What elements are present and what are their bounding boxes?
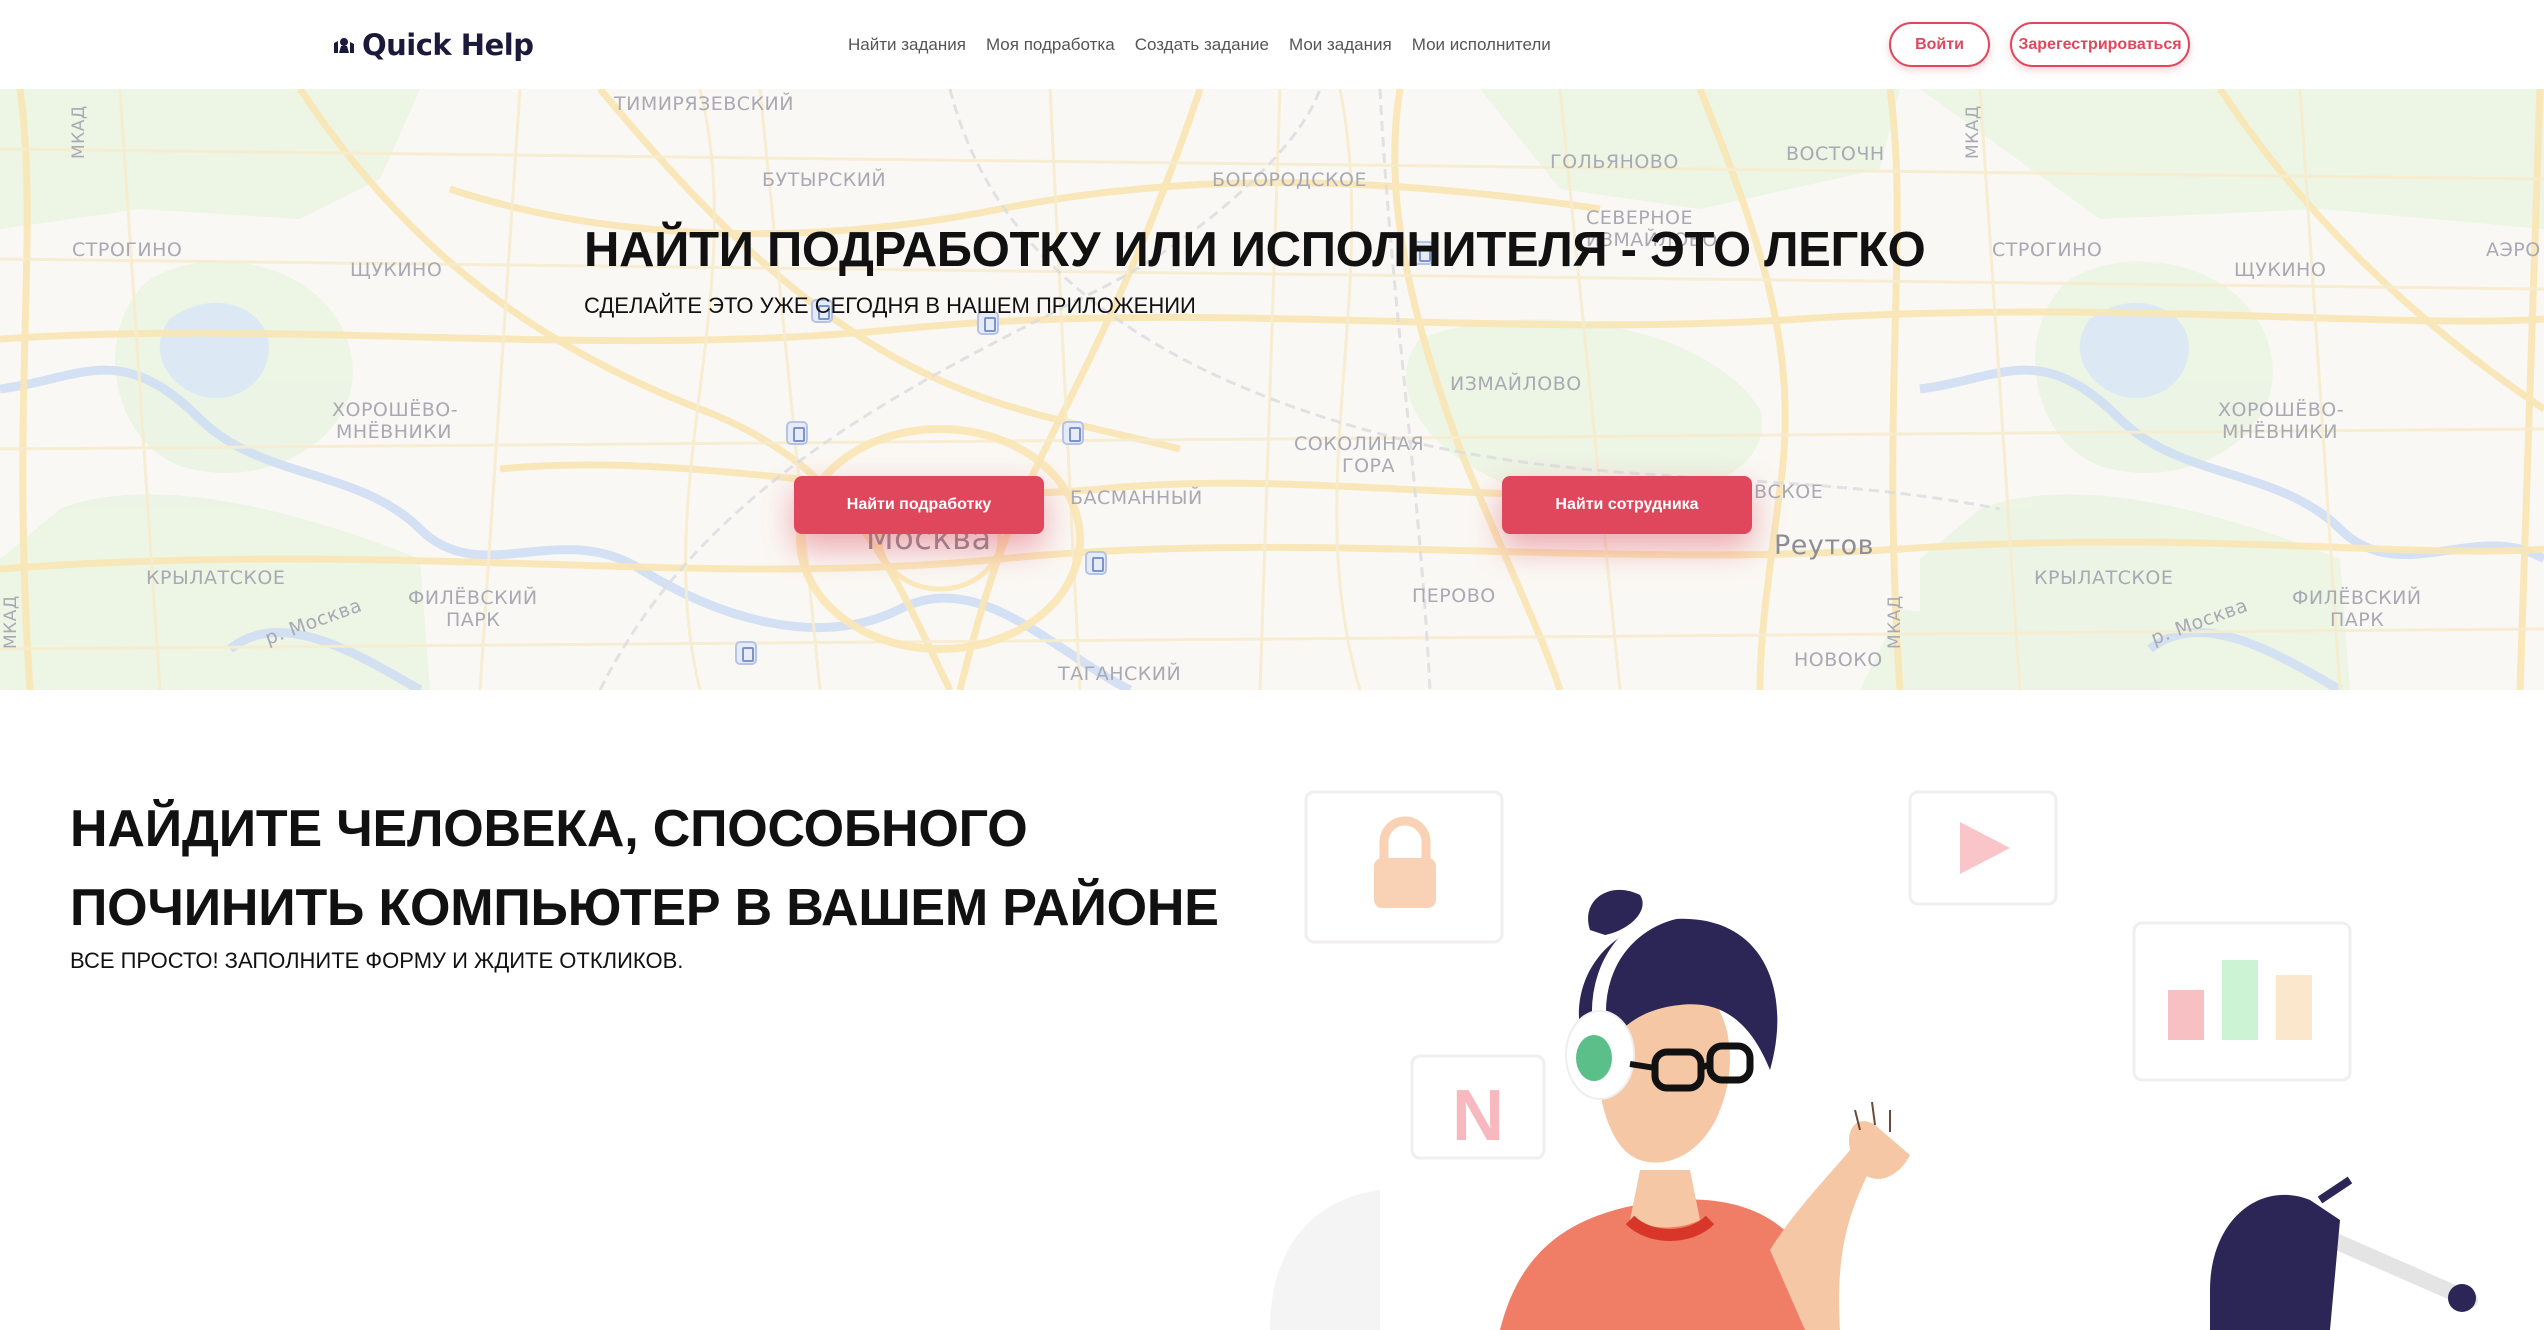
map-label: ПЕРОВО [1412, 585, 1496, 607]
map-label: СТРОГИНО [72, 239, 183, 261]
map-label: МКАД [1885, 595, 1905, 649]
nav-my-side-job[interactable]: Моя подработка [986, 30, 1115, 60]
metro-icon [735, 641, 757, 665]
logo-icon [334, 38, 354, 53]
lock-card [1304, 790, 1504, 944]
nav-find-tasks[interactable]: Найти задания [848, 30, 966, 60]
metro-icon [1062, 421, 1084, 445]
letter-card: N [1410, 1054, 1546, 1160]
map-label: ГОРА [1342, 455, 1395, 477]
find-worker-button[interactable]: Найти сотрудника [1502, 476, 1752, 534]
map-label: МКАД [1963, 105, 1983, 159]
map-label: ПАРК [2330, 609, 2385, 631]
map-label: МНЁВНИКИ [336, 421, 452, 443]
map-label: КРЫЛАТСКОЕ [146, 567, 286, 589]
nav-my-tasks[interactable]: Мои задания [1289, 30, 1392, 60]
hero-title: НАЙТИ ПОДРАБОТКУ ИЛИ ИСПОЛНИТЕЛЯ - ЭТО Л… [584, 222, 1926, 278]
map-label: ЩУКИНО [2234, 259, 2327, 281]
metro-icon [1085, 551, 1107, 575]
desk-lamp [2210, 1176, 2478, 1330]
map-label: ГОЛЬЯНОВО [1550, 151, 1679, 173]
section-subtitle: ВСЕ ПРОСТО! ЗАПОЛНИТЕ ФОРМУ И ЖДИТЕ ОТКЛ… [70, 948, 684, 973]
metro-icon [786, 421, 808, 445]
map-label: ВСКОЕ [1754, 481, 1824, 503]
section-title: НАЙДИТЕ ЧЕЛОВЕКА, СПОСОБНОГО ПОЧИНИТЬ КО… [70, 800, 1219, 937]
map-label-city: Реутов [1774, 530, 1875, 561]
map-label: БОГОРОДСКОЕ [1212, 169, 1368, 191]
hero-map-section: ТИМИРЯЗЕВСКИЙ БУТЫРСКИЙ БОГОРОДСКОЕ ГОЛЬ… [0, 89, 2544, 690]
map-label: СТРОГИНО [1992, 239, 2103, 261]
map-label: ХОРОШЁВО- [332, 399, 459, 421]
map-label: ВОСТОЧН [1786, 143, 1885, 165]
nav-create-task[interactable]: Создать задание [1135, 30, 1269, 60]
map-label: МКАД [69, 105, 89, 159]
map-label: АЭРО [2486, 239, 2541, 261]
map-label: ТАГАНСКИЙ [1058, 663, 1182, 685]
play-card [1908, 790, 2058, 906]
hero-title-strong: ЭТО ЛЕГКО [1650, 223, 1926, 277]
person-figure [1500, 889, 1910, 1330]
login-button[interactable]: Войти [1889, 22, 1990, 67]
map-label: МНЁВНИКИ [2222, 421, 2338, 443]
map-label: ПАРК [446, 609, 501, 631]
letter-card-text: N [1452, 1076, 1504, 1156]
map-label: ФИЛЁВСКИЙ [408, 587, 538, 609]
logo-text: Quick Help [362, 28, 534, 62]
map-label: НОВОКО [1794, 649, 1883, 671]
main-nav: Найти задания Моя подработка Создать зад… [848, 30, 1551, 60]
map-label: ТИМИРЯЗЕВСКИЙ [614, 93, 794, 115]
register-button[interactable]: Зарегестрироваться [2010, 22, 2190, 67]
map-label: ФИЛЁВСКИЙ [2292, 587, 2422, 609]
hero-title-main: НАЙТИ ПОДРАБОТКУ ИЛИ ИСПОЛНИТЕЛЯ - [584, 223, 1650, 277]
map-label: СОКОЛИНАЯ [1294, 433, 1425, 455]
map-label: ЩУКИНО [350, 259, 443, 281]
map-label: БАСМАННЫЙ [1070, 487, 1203, 509]
logo[interactable]: Quick Help [332, 24, 534, 66]
support-illustration: N [1270, 790, 2478, 1330]
top-navbar: Quick Help Найти задания Моя подработка … [0, 0, 2544, 89]
map-label: ИЗМАЙЛОВО [1450, 373, 1582, 395]
find-job-button[interactable]: Найти подработку [794, 476, 1044, 534]
map-label: КРЫЛАТСКОЕ [2034, 567, 2174, 589]
map-label: ХОРОШЁВО- [2218, 399, 2345, 421]
map-label: МКАД [1, 595, 21, 649]
hero-subtitle: СДЕЛАЙТЕ ЭТО УЖЕ СЕГОДНЯ В НАШЕМ ПРИЛОЖЕ… [584, 293, 1196, 318]
map-label: БУТЫРСКИЙ [762, 169, 887, 191]
chart-card [2132, 921, 2352, 1082]
nav-my-performers[interactable]: Мои исполнители [1412, 30, 1551, 60]
